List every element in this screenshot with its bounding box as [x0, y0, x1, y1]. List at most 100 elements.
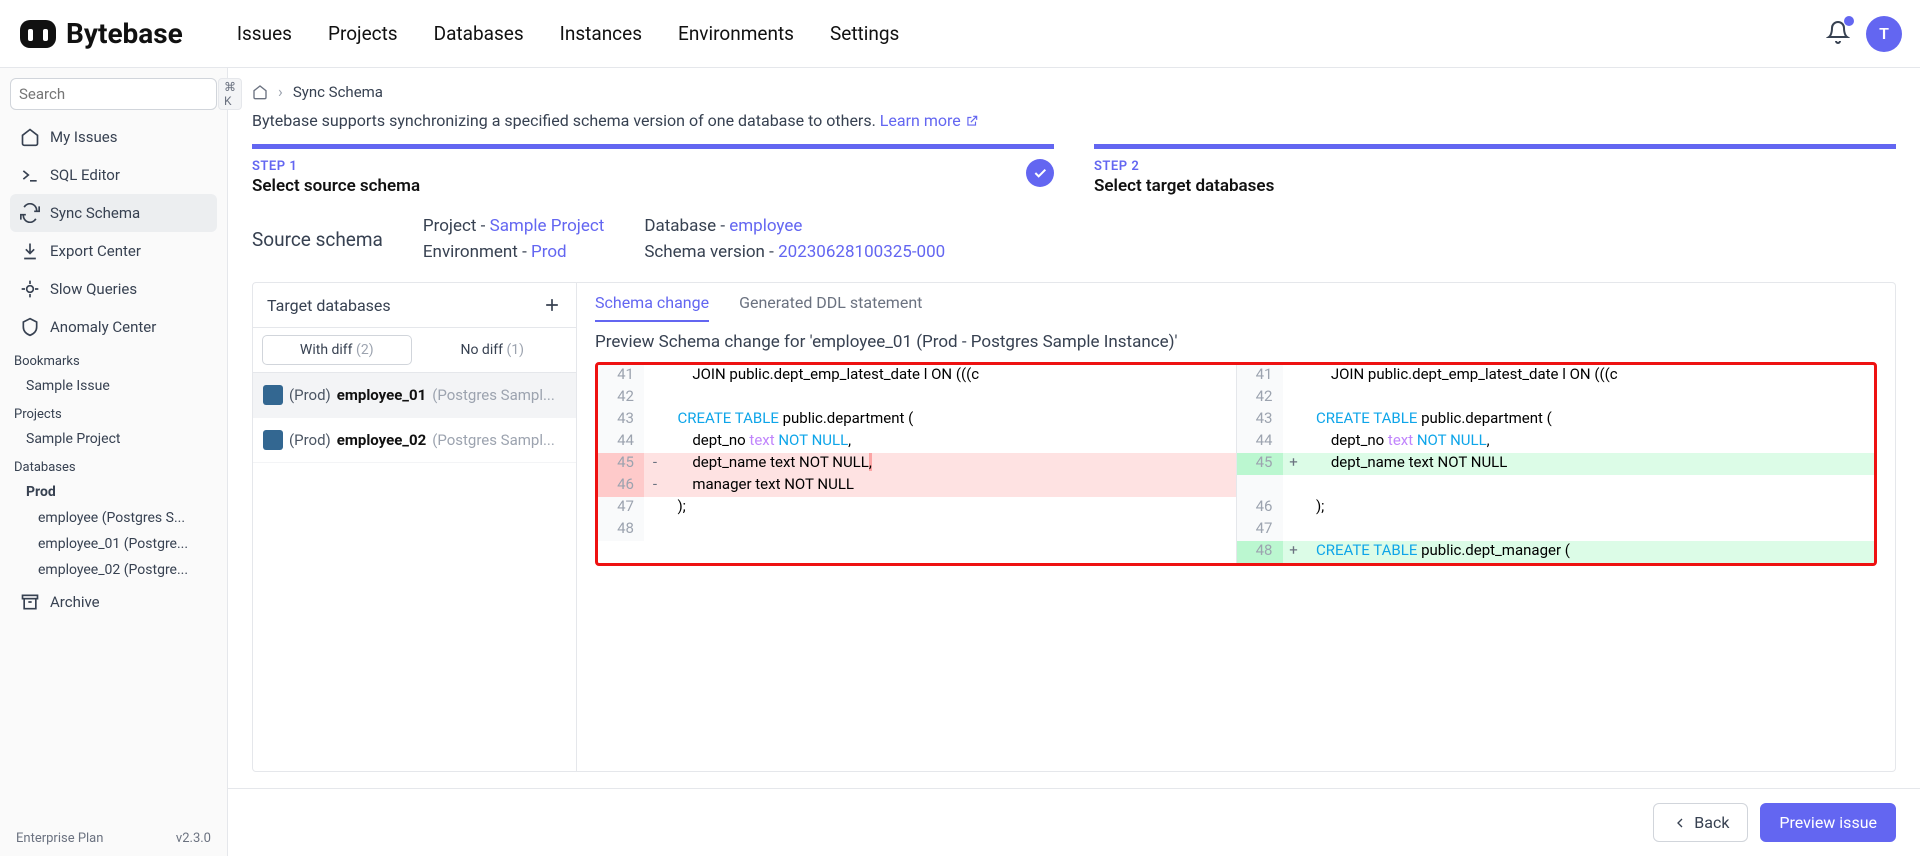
nav-label: Slow Queries: [50, 280, 137, 298]
db-env[interactable]: Prod: [10, 479, 217, 505]
db-name: employee_01: [337, 386, 426, 404]
step-1[interactable]: STEP 1 Select source schema: [252, 144, 1054, 196]
workarea: Target databases With diff (2) No diff (…: [228, 282, 1920, 788]
project-link[interactable]: Sample Project: [490, 216, 605, 236]
targets-panel: Target databases With diff (2) No diff (…: [252, 282, 577, 772]
diff-line: [1237, 475, 1875, 497]
targets-head: Target databases: [253, 283, 576, 327]
version-link[interactable]: 20230628100325-000: [778, 242, 945, 262]
back-button[interactable]: Back: [1653, 803, 1748, 842]
diff-right: 41 JOIN public.dept_emp_latest_date l ON…: [1237, 365, 1875, 563]
env-tag: (Prod): [289, 386, 331, 404]
step-label: STEP 1: [252, 159, 1054, 174]
breadcrumb-current: Sync Schema: [293, 83, 383, 101]
db-link[interactable]: employee: [729, 216, 802, 236]
steps: STEP 1 Select source schema STEP 2 Selec…: [228, 144, 1920, 196]
refresh-icon: [20, 203, 40, 223]
download-icon: [20, 241, 40, 261]
ver-kv: Schema version - 20230628100325-000: [644, 242, 945, 262]
targets-tabs: With diff (2) No diff (1): [253, 327, 576, 373]
diff-line: 45- dept_name text NOT NULL,: [598, 453, 1236, 475]
sidebar-sync-schema[interactable]: Sync Schema: [10, 194, 217, 232]
db-instance: (Postgres Sampl...: [432, 386, 555, 404]
search-field[interactable]: [19, 85, 218, 103]
db-item[interactable]: employee_01 (Postgre...: [10, 531, 217, 557]
target-db-row[interactable]: (Prod) employee_01 (Postgres Sampl...: [253, 373, 576, 418]
diff-line: 47: [1237, 519, 1875, 541]
db-name: employee_02: [337, 431, 426, 449]
check-icon: [1026, 159, 1054, 187]
plan-label: Enterprise Plan: [16, 831, 103, 846]
learn-more-link[interactable]: Learn more: [880, 111, 979, 130]
step-title: Select source schema: [252, 176, 1054, 196]
sidebar-export-center[interactable]: Export Center: [10, 232, 217, 270]
schema-col: Database - employee Schema version - 202…: [644, 216, 945, 262]
chevron-left-icon: [1672, 815, 1688, 831]
subtitle: Bytebase supports synchronizing a specif…: [228, 107, 1920, 144]
brand-text: Bytebase: [66, 17, 183, 50]
breadcrumb: › Sync Schema: [228, 68, 1920, 107]
tab-schema-change[interactable]: Schema change: [595, 293, 709, 322]
databases-label: Databases: [10, 452, 217, 479]
step-2[interactable]: STEP 2 Select target databases: [1094, 144, 1896, 196]
preview-title: Preview Schema change for 'employee_01 (…: [577, 322, 1895, 362]
logo-icon: [18, 14, 58, 54]
db-item[interactable]: employee (Postgres S...: [10, 505, 217, 531]
archive-label: Archive: [50, 593, 100, 611]
logo[interactable]: Bytebase: [18, 14, 183, 54]
sidebar-footer: Enterprise Plan v2.3.0: [10, 823, 217, 846]
project-kv: Project - Sample Project: [423, 216, 604, 236]
footer: Back Preview issue: [228, 788, 1920, 856]
tab-with-diff[interactable]: With diff (2): [263, 336, 411, 364]
nav-instances[interactable]: Instances: [542, 0, 660, 67]
chevron-right-icon: ›: [278, 82, 283, 101]
notifications-button[interactable]: [1826, 20, 1850, 48]
nav-settings[interactable]: Settings: [812, 0, 917, 67]
sidebar-sql-editor[interactable]: SQL Editor: [10, 156, 217, 194]
diff-line: 47 );: [598, 497, 1236, 519]
diff-box: 41 JOIN public.dept_emp_latest_date l ON…: [595, 362, 1877, 566]
preview-issue-button[interactable]: Preview issue: [1760, 803, 1896, 842]
db-item[interactable]: employee_02 (Postgre...: [10, 557, 217, 583]
sidebar-anomaly-center[interactable]: Anomaly Center: [10, 308, 217, 346]
source-schema-row: Source schema Project - Sample Project E…: [228, 196, 1920, 282]
target-db-row[interactable]: (Prod) employee_02 (Postgres Sampl...: [253, 418, 576, 463]
diff-line: 43 CREATE TABLE public.department (: [1237, 409, 1875, 431]
search-input[interactable]: ⌘ K: [10, 78, 217, 110]
tab-ddl[interactable]: Generated DDL statement: [739, 293, 922, 322]
archive-link[interactable]: Archive: [10, 583, 217, 621]
diff-line: 41 JOIN public.dept_emp_latest_date l ON…: [1237, 365, 1875, 387]
nav-issues[interactable]: Issues: [219, 0, 310, 67]
diff-line: 48: [598, 519, 1236, 541]
nav-label: Anomaly Center: [50, 318, 156, 336]
project-item[interactable]: Sample Project: [10, 426, 217, 452]
source-schema-title: Source schema: [252, 228, 383, 251]
diff-tabs: Schema change Generated DDL statement: [577, 283, 1895, 322]
diff-view: 41 JOIN public.dept_emp_latest_date l ON…: [598, 365, 1874, 563]
nav-databases[interactable]: Databases: [416, 0, 542, 67]
step-title: Select target databases: [1094, 176, 1896, 196]
home-icon[interactable]: [252, 84, 268, 100]
diff-panel: Schema change Generated DDL statement Pr…: [577, 282, 1896, 772]
env-tag: (Prod): [289, 431, 331, 449]
env-link[interactable]: Prod: [531, 242, 567, 262]
bookmark-item[interactable]: Sample Issue: [10, 373, 217, 399]
diff-line: 48+ CREATE TABLE public.dept_manager (: [1237, 541, 1875, 563]
nav-projects[interactable]: Projects: [310, 0, 416, 67]
external-link-icon: [965, 114, 979, 128]
sidebar-slow-queries[interactable]: Slow Queries: [10, 270, 217, 308]
shield-icon: [20, 317, 40, 337]
sidebar: ⌘ K My Issues SQL EditorSync SchemaExport…: [0, 68, 228, 856]
step-label: STEP 2: [1094, 159, 1896, 174]
sidebar-my-issues[interactable]: My Issues: [10, 118, 217, 156]
avatar[interactable]: T: [1866, 16, 1902, 52]
plus-icon[interactable]: [542, 295, 562, 315]
notification-dot-icon: [1844, 16, 1854, 26]
tab-no-diff[interactable]: No diff (1): [419, 336, 567, 364]
schema-col: Project - Sample Project Environment - P…: [423, 216, 604, 262]
db-instance: (Postgres Sampl...: [432, 431, 555, 449]
diff-line: 45+ dept_name text NOT NULL: [1237, 453, 1875, 475]
nav-label: My Issues: [50, 128, 117, 146]
nav-environments[interactable]: Environments: [660, 0, 812, 67]
top-nav: IssuesProjectsDatabasesInstancesEnvironm…: [219, 0, 918, 67]
